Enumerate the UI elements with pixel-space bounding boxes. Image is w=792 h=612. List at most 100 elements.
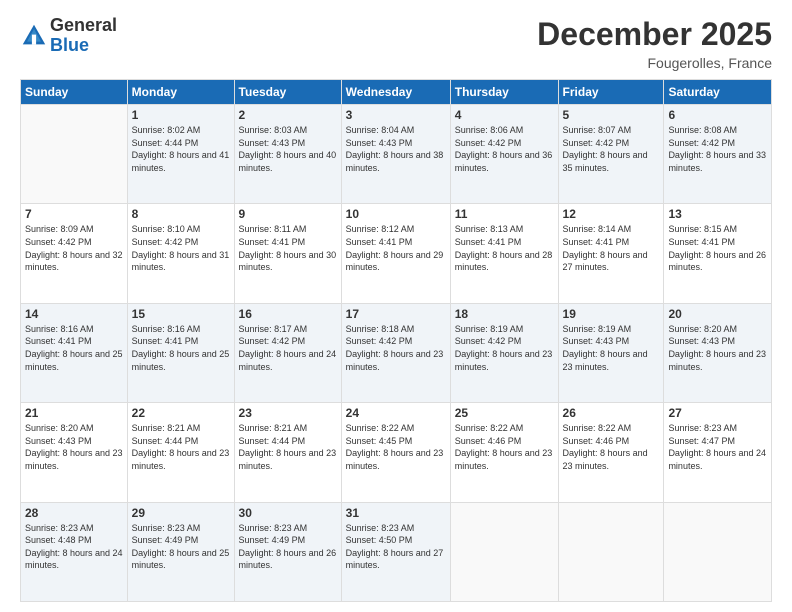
day-number: 31	[346, 506, 446, 520]
day-number: 20	[668, 307, 767, 321]
day-number: 19	[563, 307, 660, 321]
day-info: Sunrise: 8:18 AMSunset: 4:42 PMDaylight:…	[346, 323, 446, 373]
day-number: 9	[239, 207, 337, 221]
calendar-week-row: 14 Sunrise: 8:16 AMSunset: 4:41 PMDayligh…	[21, 303, 772, 402]
day-info: Sunrise: 8:16 AMSunset: 4:41 PMDaylight:…	[132, 323, 230, 373]
day-number: 11	[455, 207, 554, 221]
day-number: 2	[239, 108, 337, 122]
table-row: 14 Sunrise: 8:16 AMSunset: 4:41 PMDayligh…	[21, 303, 128, 402]
day-info: Sunrise: 8:06 AMSunset: 4:42 PMDaylight:…	[455, 124, 554, 174]
day-number: 1	[132, 108, 230, 122]
day-number: 21	[25, 406, 123, 420]
col-sunday: Sunday	[21, 80, 128, 105]
day-info: Sunrise: 8:19 AMSunset: 4:42 PMDaylight:…	[455, 323, 554, 373]
day-number: 10	[346, 207, 446, 221]
day-info: Sunrise: 8:23 AMSunset: 4:47 PMDaylight:…	[668, 422, 767, 472]
day-number: 3	[346, 108, 446, 122]
table-row: 18Sunrise: 8:19 AMSunset: 4:42 PMDayligh…	[450, 303, 558, 402]
table-row: 30Sunrise: 8:23 AMSunset: 4:49 PMDayligh…	[234, 502, 341, 601]
day-info: Sunrise: 8:08 AMSunset: 4:42 PMDaylight:…	[668, 124, 767, 174]
day-number: 30	[239, 506, 337, 520]
calendar-week-row: 7Sunrise: 8:09 AMSunset: 4:42 PMDaylight…	[21, 204, 772, 303]
day-info: Sunrise: 8:21 AMSunset: 4:44 PMDaylight:…	[239, 422, 337, 472]
day-number: 14	[25, 307, 123, 321]
col-tuesday: Tuesday	[234, 80, 341, 105]
day-info: Sunrise: 8:16 AMSunset: 4:41 PMDaylight:…	[25, 323, 123, 373]
table-row: 27 Sunrise: 8:23 AMSunset: 4:47 PMDayligh…	[664, 403, 772, 502]
table-row: 26 Sunrise: 8:22 AMSunset: 4:46 PMDayligh…	[558, 403, 664, 502]
table-row: 16Sunrise: 8:17 AMSunset: 4:42 PMDayligh…	[234, 303, 341, 402]
logo-general: General	[50, 16, 117, 36]
col-wednesday: Wednesday	[341, 80, 450, 105]
day-info: Sunrise: 8:21 AMSunset: 4:44 PMDaylight:…	[132, 422, 230, 472]
table-row: 24 Sunrise: 8:22 AMSunset: 4:45 PMDayligh…	[341, 403, 450, 502]
table-row: 2 Sunrise: 8:03 AMSunset: 4:43 PMDaylight…	[234, 105, 341, 204]
day-number: 16	[239, 307, 337, 321]
table-row: 7Sunrise: 8:09 AMSunset: 4:42 PMDaylight…	[21, 204, 128, 303]
day-info: Sunrise: 8:02 AMSunset: 4:44 PMDaylight:…	[132, 124, 230, 174]
table-row: 4 Sunrise: 8:06 AMSunset: 4:42 PMDaylight…	[450, 105, 558, 204]
table-row: 10 Sunrise: 8:12 AMSunset: 4:41 PMDayligh…	[341, 204, 450, 303]
day-info: Sunrise: 8:22 AMSunset: 4:45 PMDaylight:…	[346, 422, 446, 472]
table-row: 19 Sunrise: 8:19 AMSunset: 4:43 PMDayligh…	[558, 303, 664, 402]
table-row: 31Sunrise: 8:23 AMSunset: 4:50 PMDayligh…	[341, 502, 450, 601]
day-number: 6	[668, 108, 767, 122]
day-number: 5	[563, 108, 660, 122]
day-info: Sunrise: 8:23 AMSunset: 4:49 PMDaylight:…	[132, 522, 230, 572]
table-row: 9 Sunrise: 8:11 AMSunset: 4:41 PMDaylight…	[234, 204, 341, 303]
day-number: 27	[668, 406, 767, 420]
table-row: 29Sunrise: 8:23 AMSunset: 4:49 PMDayligh…	[127, 502, 234, 601]
calendar-week-row: 28Sunrise: 8:23 AMSunset: 4:48 PMDayligh…	[21, 502, 772, 601]
table-row: 23 Sunrise: 8:21 AMSunset: 4:44 PMDayligh…	[234, 403, 341, 502]
day-number: 15	[132, 307, 230, 321]
table-row: 5 Sunrise: 8:07 AMSunset: 4:42 PMDaylight…	[558, 105, 664, 204]
table-row: 3Sunrise: 8:04 AMSunset: 4:43 PMDaylight…	[341, 105, 450, 204]
table-row: 25Sunrise: 8:22 AMSunset: 4:46 PMDayligh…	[450, 403, 558, 502]
table-row: 21 Sunrise: 8:20 AMSunset: 4:43 PMDayligh…	[21, 403, 128, 502]
day-number: 8	[132, 207, 230, 221]
table-row: 15 Sunrise: 8:16 AMSunset: 4:41 PMDayligh…	[127, 303, 234, 402]
page: General Blue December 2025 Fougerolles, …	[0, 0, 792, 612]
day-number: 28	[25, 506, 123, 520]
table-row: 20 Sunrise: 8:20 AMSunset: 4:43 PMDayligh…	[664, 303, 772, 402]
day-info: Sunrise: 8:19 AMSunset: 4:43 PMDaylight:…	[563, 323, 660, 373]
logo-text: General Blue	[50, 16, 117, 56]
table-row: 11 Sunrise: 8:13 AMSunset: 4:41 PMDayligh…	[450, 204, 558, 303]
table-row	[450, 502, 558, 601]
table-row	[21, 105, 128, 204]
location: Fougerolles, France	[537, 55, 772, 71]
day-number: 24	[346, 406, 446, 420]
day-info: Sunrise: 8:20 AMSunset: 4:43 PMDaylight:…	[668, 323, 767, 373]
table-row: 28Sunrise: 8:23 AMSunset: 4:48 PMDayligh…	[21, 502, 128, 601]
day-info: Sunrise: 8:13 AMSunset: 4:41 PMDaylight:…	[455, 223, 554, 273]
col-monday: Monday	[127, 80, 234, 105]
month-title: December 2025	[537, 16, 772, 53]
day-number: 23	[239, 406, 337, 420]
day-info: Sunrise: 8:22 AMSunset: 4:46 PMDaylight:…	[563, 422, 660, 472]
header-row: Sunday Monday Tuesday Wednesday Thursday…	[21, 80, 772, 105]
title-block: December 2025 Fougerolles, France	[537, 16, 772, 71]
day-number: 4	[455, 108, 554, 122]
logo-blue: Blue	[50, 36, 117, 56]
table-row: 13 Sunrise: 8:15 AMSunset: 4:41 PMDayligh…	[664, 204, 772, 303]
day-number: 7	[25, 207, 123, 221]
table-row: 22Sunrise: 8:21 AMSunset: 4:44 PMDayligh…	[127, 403, 234, 502]
day-number: 26	[563, 406, 660, 420]
day-info: Sunrise: 8:20 AMSunset: 4:43 PMDaylight:…	[25, 422, 123, 472]
day-number: 17	[346, 307, 446, 321]
header: General Blue December 2025 Fougerolles, …	[20, 16, 772, 71]
table-row: 8Sunrise: 8:10 AMSunset: 4:42 PMDaylight…	[127, 204, 234, 303]
day-number: 13	[668, 207, 767, 221]
col-friday: Friday	[558, 80, 664, 105]
col-saturday: Saturday	[664, 80, 772, 105]
day-info: Sunrise: 8:15 AMSunset: 4:41 PMDaylight:…	[668, 223, 767, 273]
day-number: 12	[563, 207, 660, 221]
table-row: 12Sunrise: 8:14 AMSunset: 4:41 PMDayligh…	[558, 204, 664, 303]
logo: General Blue	[20, 16, 117, 56]
table-row: 6 Sunrise: 8:08 AMSunset: 4:42 PMDaylight…	[664, 105, 772, 204]
day-info: Sunrise: 8:12 AMSunset: 4:41 PMDaylight:…	[346, 223, 446, 273]
day-info: Sunrise: 8:03 AMSunset: 4:43 PMDaylight:…	[239, 124, 337, 174]
day-info: Sunrise: 8:07 AMSunset: 4:42 PMDaylight:…	[563, 124, 660, 174]
day-info: Sunrise: 8:11 AMSunset: 4:41 PMDaylight:…	[239, 223, 337, 273]
calendar-table: Sunday Monday Tuesday Wednesday Thursday…	[20, 79, 772, 602]
